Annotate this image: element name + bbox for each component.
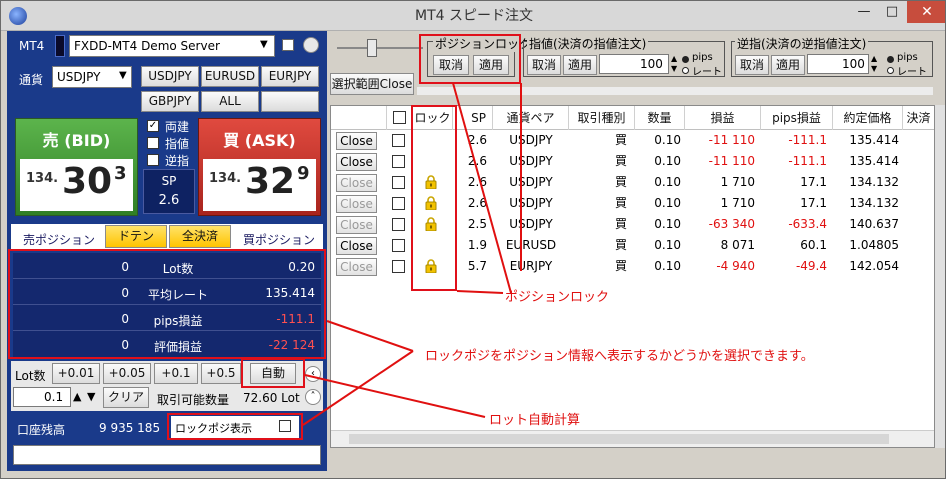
annotation-lines [302, 82, 522, 426]
speed-order-window: MT4 スピード注文 — □ ✕ MT4 FXDD-MT4 Demo Serve… [0, 0, 946, 479]
annotation-lockpos-display: ロックポジをポジション情報へ表示するかどうかを選択できます。 [425, 349, 814, 364]
annotation-position-lock: ポジションロック [505, 290, 610, 305]
annotation-lot-auto: ロット自動計算 [489, 413, 581, 428]
vertical-scrollbar[interactable] [935, 105, 945, 448]
